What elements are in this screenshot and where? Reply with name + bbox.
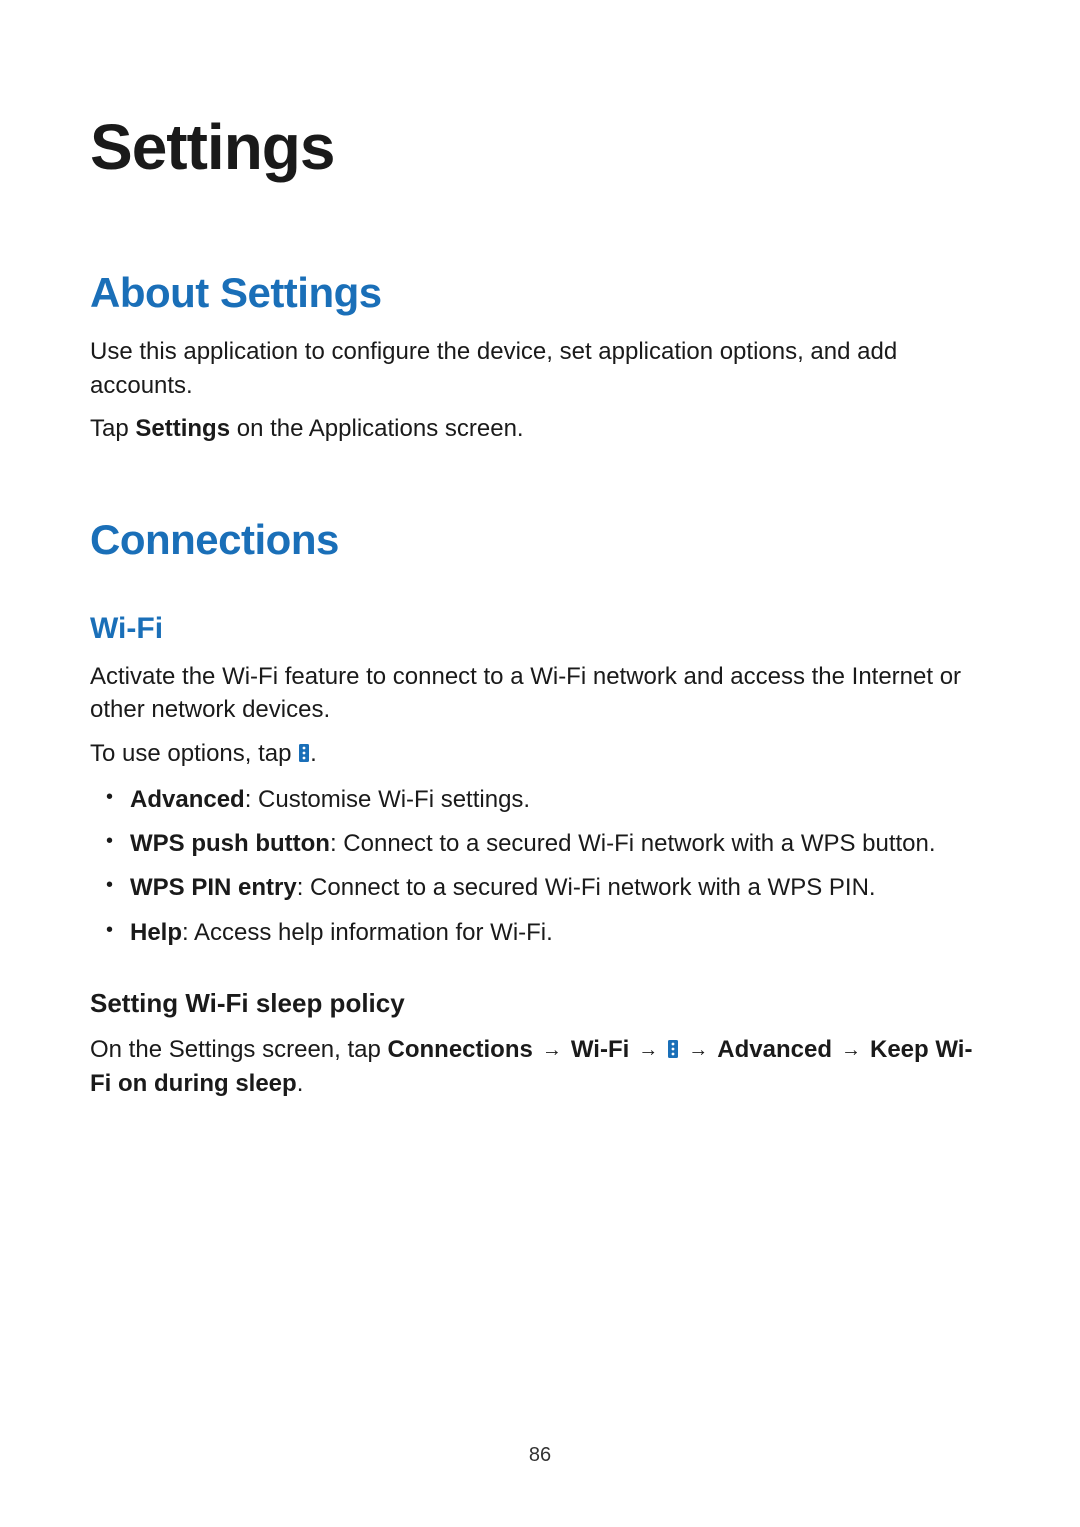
more-options-icon: [667, 1039, 679, 1059]
bullet-bold: WPS push button: [130, 830, 330, 857]
page-content: Settings About Settings Use this applica…: [0, 0, 1080, 1100]
sleep-path-connections: Connections: [388, 1036, 533, 1063]
arrow-icon: →: [679, 1036, 717, 1064]
section-connections-heading: Connections: [90, 516, 990, 564]
sleep-path-advanced: Advanced: [717, 1036, 832, 1063]
bullet-bold: Advanced: [130, 786, 245, 813]
wifi-sleep-heading: Setting Wi-Fi sleep policy: [90, 988, 990, 1019]
more-options-icon: [298, 743, 310, 763]
bullet-rest: : Connect to a secured Wi-Fi network wit…: [330, 830, 936, 857]
wifi-heading: Wi-Fi: [90, 612, 990, 646]
wifi-options-suffix: .: [310, 740, 317, 767]
about-tap-line: Tap Settings on the Applications screen.: [90, 412, 990, 446]
about-tap-suffix: on the Applications screen.: [230, 415, 524, 442]
list-item: Help: Access help information for Wi-Fi.: [130, 914, 990, 952]
section-about-heading: About Settings: [90, 269, 990, 317]
sleep-path-wifi: Wi-Fi: [571, 1036, 629, 1063]
bullet-rest: : Access help information for Wi-Fi.: [182, 919, 553, 946]
list-item: Advanced: Customise Wi-Fi settings.: [130, 781, 990, 819]
list-item: WPS PIN entry: Connect to a secured Wi-F…: [130, 869, 990, 907]
bullet-rest: : Customise Wi-Fi settings.: [245, 786, 530, 813]
wifi-options-prefix: To use options, tap: [90, 740, 298, 767]
wifi-bullet-list: Advanced: Customise Wi-Fi settings. WPS …: [90, 781, 990, 953]
bullet-bold: Help: [130, 919, 182, 946]
bullet-rest: : Connect to a secured Wi-Fi network wit…: [297, 874, 876, 901]
wifi-intro: Activate the Wi-Fi feature to connect to…: [90, 660, 990, 727]
page-number: 86: [0, 1444, 1080, 1467]
sleep-suffix: .: [297, 1070, 304, 1097]
about-intro: Use this application to configure the de…: [90, 335, 990, 402]
arrow-icon: →: [832, 1036, 870, 1064]
about-tap-prefix: Tap: [90, 415, 135, 442]
arrow-icon: →: [629, 1036, 667, 1064]
wifi-options-line: To use options, tap .: [90, 737, 990, 771]
chapter-title: Settings: [90, 110, 990, 184]
list-item: WPS push button: Connect to a secured Wi…: [130, 825, 990, 863]
sleep-path-keep-b: during sleep: [154, 1070, 297, 1097]
wifi-sleep-path: On the Settings screen, tap Connections→…: [90, 1033, 990, 1100]
about-tap-bold: Settings: [135, 415, 230, 442]
sleep-prefix: On the Settings screen, tap: [90, 1036, 388, 1063]
arrow-icon: →: [533, 1036, 571, 1064]
bullet-bold: WPS PIN entry: [130, 874, 297, 901]
